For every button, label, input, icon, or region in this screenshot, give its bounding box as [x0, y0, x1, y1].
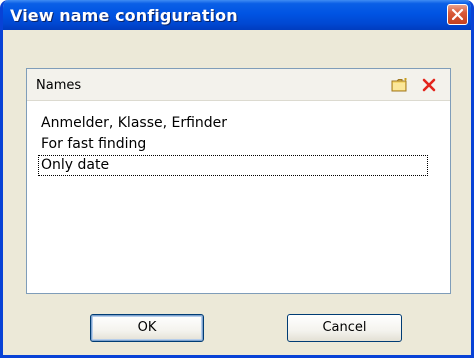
names-header-label: Names	[36, 78, 82, 93]
ok-button[interactable]: OK	[90, 314, 204, 342]
close-button[interactable]	[447, 4, 468, 25]
delete-name-button[interactable]	[421, 77, 437, 93]
close-icon	[451, 8, 464, 21]
delete-icon	[422, 78, 436, 92]
window-title: View name configuration	[10, 6, 238, 25]
names-list: Anmelder, Klasse, Erfinder For fast find…	[38, 113, 428, 176]
dialog-window: View name configuration Names Anmelder, …	[0, 0, 474, 358]
cancel-button[interactable]: Cancel	[287, 314, 402, 342]
names-list-header: Names	[27, 69, 450, 101]
list-item[interactable]: For fast finding	[38, 134, 428, 155]
add-name-button[interactable]	[391, 78, 409, 92]
list-item-selected[interactable]: Only date	[38, 155, 428, 176]
title-bar[interactable]: View name configuration	[3, 0, 471, 30]
list-item[interactable]: Anmelder, Klasse, Erfinder	[38, 113, 428, 134]
names-list-panel: Names Anmelder, Klasse, Erfinder For fas…	[26, 68, 451, 294]
folder-icon	[391, 78, 407, 92]
